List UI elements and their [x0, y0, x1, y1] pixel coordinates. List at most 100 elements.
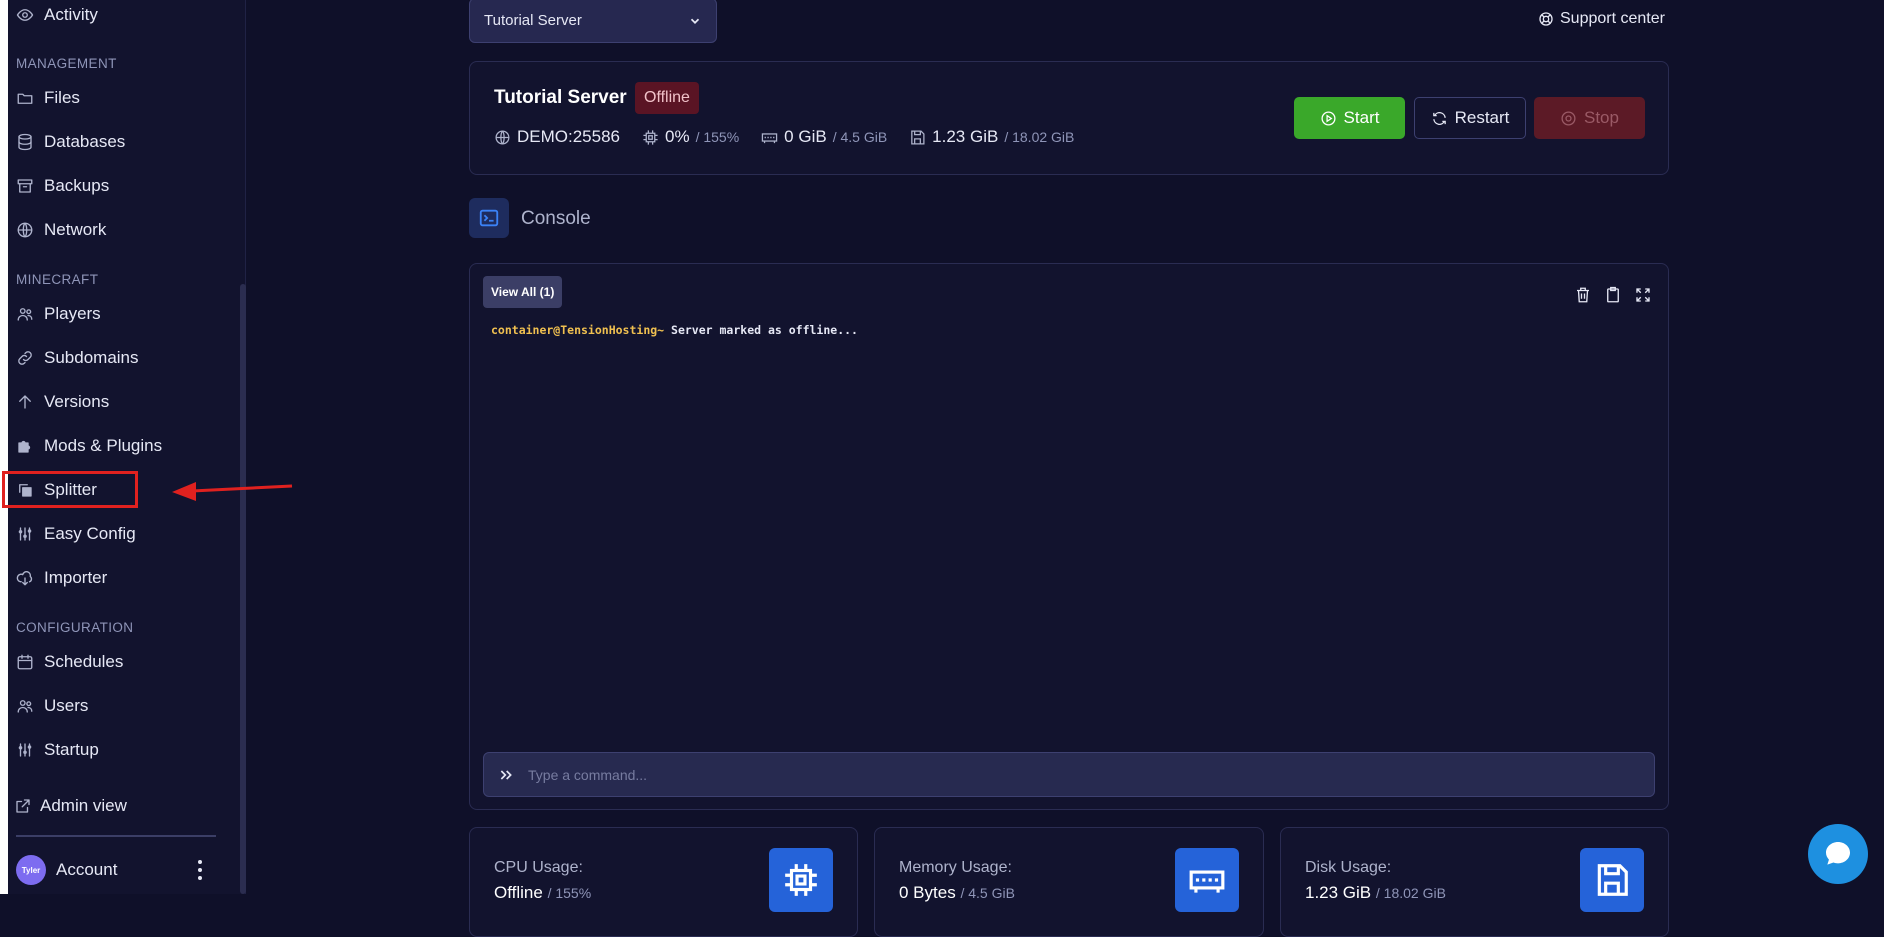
clipboard-icon[interactable]	[1604, 286, 1622, 304]
play-circle-icon	[1321, 110, 1336, 126]
sidebar-item-label: Subdomains	[44, 348, 139, 367]
trash-icon[interactable]	[1574, 286, 1592, 304]
memory-usage-card: Memory Usage: 0 Bytes / 4.5 GiB	[874, 827, 1264, 937]
server-name: Tutorial Server	[494, 87, 627, 108]
sidebar-item-startup[interactable]: Startup	[16, 735, 196, 765]
server-select-value: Tutorial Server	[484, 12, 582, 29]
start-button[interactable]: Start	[1294, 97, 1405, 139]
usage-label: Memory Usage:	[899, 859, 1012, 876]
calendar-icon	[17, 654, 33, 670]
sidebar-item-subdomains[interactable]: Subdomains	[16, 343, 196, 373]
support-center-label: Support center	[1560, 10, 1665, 27]
sidebar-item-versions[interactable]: Versions	[16, 387, 196, 417]
sidebar-item-label: Easy Config	[44, 524, 136, 543]
cpu-value: 0%	[665, 127, 690, 146]
start-label: Start	[1343, 108, 1380, 127]
usage-value-text: Offline	[494, 883, 543, 902]
usage-value-text: 0 Bytes	[899, 883, 956, 902]
link-icon	[18, 351, 32, 365]
sidebar-item-users[interactable]: Users	[16, 691, 196, 721]
disk-stat: 1.23 GiB / 18.02 GiB	[909, 127, 1074, 147]
puzzle-icon	[18, 440, 31, 453]
sidebar-item-activity[interactable]: Activity	[16, 0, 196, 30]
globe-icon	[495, 129, 510, 145]
sidebar-item-mods-plugins[interactable]: Mods & Plugins	[16, 431, 196, 461]
lifebuoy-icon	[1539, 12, 1553, 26]
usage-value: 0 Bytes / 4.5 GiB	[899, 883, 1015, 903]
sliders-icon	[18, 527, 32, 541]
sidebar: Activity MANAGEMENT Files Databases Back…	[8, 0, 246, 894]
command-input[interactable]	[526, 765, 1654, 784]
more-options-icon[interactable]	[194, 860, 206, 880]
sidebar-item-label: Backups	[44, 176, 110, 195]
sidebar-item-importer[interactable]: Importer	[16, 563, 196, 593]
external-link-icon	[16, 799, 30, 813]
chevrons-right-icon	[500, 769, 512, 780]
restart-button[interactable]: Restart	[1414, 97, 1526, 139]
stop-label: Stop	[1584, 108, 1619, 127]
address-stat: DEMO:25586	[494, 127, 620, 147]
sidebar-item-label: Databases	[44, 132, 126, 151]
section-configuration: CONFIGURATION	[16, 620, 134, 635]
sidebar-item-label: Users	[44, 696, 89, 715]
admin-view-label: Admin view	[40, 796, 127, 815]
admin-view-link[interactable]: Admin view	[14, 791, 194, 821]
usage-value-text: 1.23 GiB	[1305, 883, 1372, 902]
sidebar-item-label: Files	[44, 88, 80, 107]
avatar: Tyler	[16, 855, 46, 885]
server-select[interactable]: Tutorial Server	[469, 0, 717, 43]
sidebar-item-network[interactable]: Network	[16, 215, 196, 245]
usage-value: Offline / 155%	[494, 883, 591, 903]
server-stats: DEMO:25586 0% / 155% 0 GiB / 4.5 GiB 1.2…	[494, 127, 1074, 147]
view-all-button[interactable]: View All (1)	[483, 276, 563, 308]
sidebar-item-files[interactable]: Files	[16, 83, 196, 113]
support-center-link[interactable]: Support center	[1538, 10, 1665, 28]
sidebar-item-label: Activity	[44, 5, 98, 24]
annotation-highlight-box	[2, 471, 138, 508]
refresh-icon	[1432, 111, 1446, 125]
sidebar-scrollbar[interactable]	[240, 284, 246, 894]
sidebar-item-label: Players	[44, 304, 101, 323]
eye-icon	[16, 9, 34, 21]
console-title: Console	[521, 208, 591, 229]
sliders-icon	[18, 743, 32, 757]
memory-icon	[1175, 848, 1239, 912]
arrow-up-icon	[19, 395, 31, 409]
console-prompt: container@TensionHosting~	[491, 323, 665, 337]
chevron-down-icon	[690, 18, 700, 24]
sidebar-item-easy-config[interactable]: Easy Config	[16, 519, 196, 549]
database-icon	[18, 133, 32, 151]
globe-icon	[17, 222, 33, 238]
usage-limit: / 155%	[547, 885, 592, 901]
sidebar-item-players[interactable]: Players	[16, 299, 196, 329]
stop-button[interactable]: Stop	[1534, 97, 1645, 139]
disk-limit: / 18.02 GiB	[1004, 129, 1075, 145]
memory-limit: / 4.5 GiB	[832, 129, 888, 145]
usage-value: 1.23 GiB / 18.02 GiB	[1305, 883, 1446, 903]
cpu-limit: / 155%	[695, 129, 740, 145]
left-edge-strip	[0, 0, 8, 894]
account-menu[interactable]: Tyler Account	[16, 855, 196, 885]
restart-label: Restart	[1454, 108, 1510, 127]
chat-bubble-icon[interactable]	[1808, 824, 1868, 884]
cpu-icon	[643, 129, 658, 145]
users-icon	[17, 308, 33, 321]
users-icon	[17, 700, 33, 713]
memory-icon	[761, 132, 778, 143]
sidebar-item-label: Mods & Plugins	[44, 436, 163, 455]
account-label: Account	[56, 860, 118, 879]
server-info-card: Tutorial Server Offline DEMO:25586 0% / …	[469, 61, 1669, 175]
sidebar-item-schedules[interactable]: Schedules	[16, 647, 196, 677]
sidebar-item-databases[interactable]: Databases	[16, 127, 196, 157]
sidebar-item-label: Network	[44, 220, 107, 239]
sidebar-item-backups[interactable]: Backups	[16, 171, 196, 201]
cloud-download-icon	[16, 571, 33, 586]
memory-value: 0 GiB	[784, 127, 827, 146]
disk-value: 1.23 GiB	[932, 127, 999, 146]
usage-label: CPU Usage:	[494, 859, 583, 876]
expand-icon[interactable]	[1634, 286, 1652, 304]
section-management: MANAGEMENT	[16, 56, 117, 71]
usage-label: Disk Usage:	[1305, 859, 1392, 876]
console-toolbar	[1574, 286, 1652, 304]
save-icon	[911, 129, 925, 145]
